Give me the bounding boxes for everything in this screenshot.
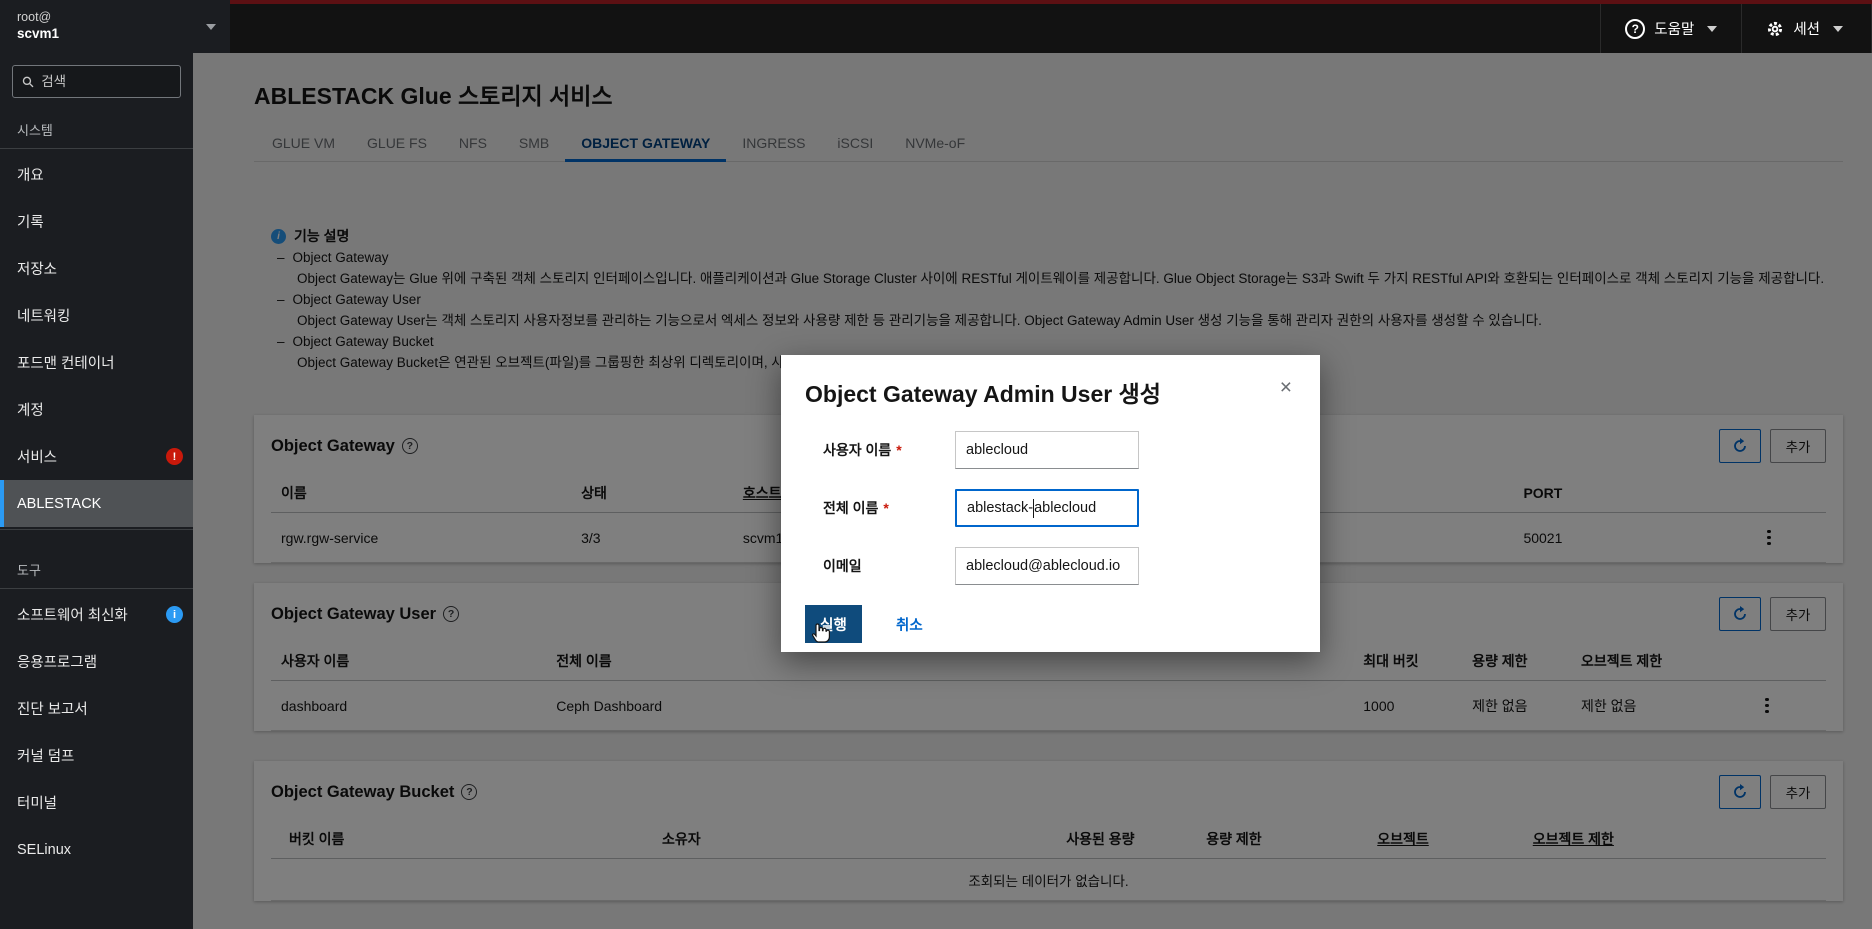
- required-mark: *: [896, 442, 902, 458]
- sidebar-item-services[interactable]: 서비스 !: [0, 433, 193, 480]
- masthead: root@ scvm1 ? 도움말 세션: [0, 0, 1872, 53]
- sidebar-item-selinux[interactable]: SELinux: [0, 826, 193, 873]
- email-field[interactable]: [955, 547, 1139, 585]
- nav-section-system: 시스템: [17, 122, 53, 138]
- sidebar-item-diagnostic-reports[interactable]: 진단 보고서: [0, 685, 193, 732]
- divider: [0, 588, 193, 589]
- chevron-down-icon: [1833, 25, 1843, 32]
- sidebar-item-podman[interactable]: 포드맨 컨테이너: [0, 339, 193, 386]
- modal-title: Object Gateway Admin User 생성: [805, 381, 1161, 407]
- mouse-cursor-icon: [811, 623, 830, 643]
- sidebar-item-terminal[interactable]: 터미널: [0, 779, 193, 826]
- sidebar-item-kernel-dump[interactable]: 커널 덤프: [0, 732, 193, 779]
- alert-badge: !: [166, 448, 183, 465]
- sidebar-item-storage[interactable]: 저장소: [0, 245, 193, 292]
- fullname-field[interactable]: ablestack-ablecloud: [955, 489, 1139, 527]
- sidebar-search[interactable]: [12, 65, 181, 98]
- logged-in-user: root@: [17, 10, 52, 25]
- hostname: scvm1: [17, 25, 60, 41]
- sidebar-item-networking[interactable]: 네트워킹: [0, 292, 193, 339]
- email-label: 이메일: [823, 558, 862, 574]
- required-mark: *: [883, 500, 889, 516]
- sidebar-item-accounts[interactable]: 계정: [0, 386, 193, 433]
- username-label: 사용자 이름: [823, 442, 892, 458]
- session-menu[interactable]: 세션: [1741, 4, 1872, 53]
- chevron-down-icon: [206, 23, 216, 30]
- sidebar: 시스템 개요 기록 저장소 네트워킹 포드맨 컨테이너 계정 서비스 ! ABL…: [0, 53, 193, 929]
- close-icon[interactable]: ×: [1276, 375, 1296, 400]
- sidebar-item-logs[interactable]: 기록: [0, 198, 193, 245]
- sidebar-item-software-updates[interactable]: 소프트웨어 최신화 i: [0, 591, 193, 638]
- gear-icon: [1768, 21, 1783, 36]
- host-switcher[interactable]: root@ scvm1: [0, 0, 230, 53]
- username-field[interactable]: [955, 431, 1139, 469]
- help-menu[interactable]: ? 도움말: [1600, 4, 1741, 53]
- fullname-label: 전체 이름: [823, 500, 879, 516]
- search-icon: [22, 76, 34, 87]
- divider: [0, 148, 193, 149]
- sidebar-item-ablestack[interactable]: ABLESTACK: [0, 480, 193, 527]
- chevron-down-icon: [1707, 25, 1718, 32]
- session-label: 세션: [1793, 22, 1820, 38]
- help-icon: ?: [1625, 18, 1646, 39]
- cancel-button[interactable]: 취소: [896, 614, 923, 635]
- sidebar-item-applications[interactable]: 응용프로그램: [0, 638, 193, 685]
- nav-section-tools: 도구: [17, 562, 41, 578]
- info-badge: i: [166, 606, 183, 623]
- search-input[interactable]: [41, 74, 171, 89]
- help-label: 도움말: [1654, 22, 1695, 38]
- sidebar-item-overview[interactable]: 개요: [0, 151, 193, 198]
- divider: [0, 529, 193, 530]
- create-admin-user-modal: Object Gateway Admin User 생성 × 사용자 이름* 전…: [781, 355, 1320, 652]
